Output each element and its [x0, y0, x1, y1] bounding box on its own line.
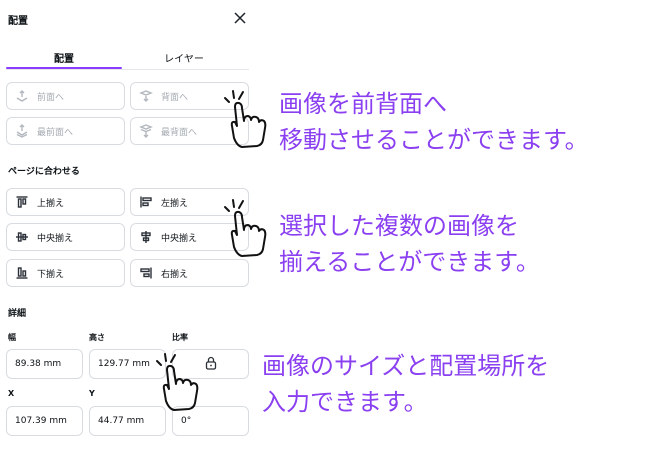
annotation-order-line1: 画像を前背面へ [279, 90, 447, 118]
annotation-align-line1: 選択した複数の画像を [279, 212, 519, 240]
tab-arrange[interactable]: 配置 [6, 50, 122, 65]
bring-forward-button[interactable]: 前面へ [6, 82, 125, 110]
align-bottom-icon [15, 266, 29, 280]
send-backward-label: 背面へ [161, 92, 189, 103]
annotation-align: 選択した複数の画像を 揃えることができます。 [279, 208, 540, 280]
details-section-heading: 詳細 [8, 309, 27, 319]
bring-to-front-label: 最前面へ [37, 127, 74, 138]
annotation-order: 画像を前背面へ 移動させることができます。 [279, 86, 589, 158]
panel-title: 配置 [8, 16, 28, 27]
align-bottom-label: 下揃え [37, 269, 65, 280]
align-middle-button[interactable]: 中央揃え [6, 223, 125, 251]
align-bottom-button[interactable]: 下揃え [6, 259, 125, 287]
ratio-label: 比率 [172, 333, 188, 342]
align-top-button[interactable]: 上揃え [6, 188, 125, 216]
height-label: 高さ [89, 333, 105, 342]
arrange-panel: 配置 配置 レイヤー 前面へ 背面へ 最前面へ 最背面へ ページに合わせる 上揃… [0, 0, 258, 455]
close-icon[interactable] [231, 9, 249, 27]
align-left-icon [139, 195, 153, 209]
annotation-details-line1: 画像のサイズと配置場所を [262, 352, 550, 380]
pointing-hand-icon [222, 197, 268, 263]
align-left-label: 左揃え [161, 198, 189, 209]
y-label: Y [89, 389, 95, 398]
align-middle-label: 中央揃え [37, 233, 74, 244]
tab-layers[interactable]: レイヤー [126, 50, 242, 65]
align-top-icon [15, 195, 29, 209]
x-label: X [8, 389, 15, 398]
align-center-icon [139, 230, 153, 244]
width-label: 幅 [8, 333, 16, 342]
pointing-hand-icon [222, 88, 268, 154]
lock-icon [205, 355, 217, 374]
align-right-icon [139, 266, 153, 280]
align-section-heading: ページに合わせる [8, 167, 80, 177]
align-center-label: 中央揃え [161, 233, 198, 244]
align-top-label: 上揃え [37, 198, 65, 209]
bring-to-front-button[interactable]: 最前面へ [6, 117, 125, 145]
annotation-align-line2: 揃えることができます。 [279, 248, 540, 276]
bring-forward-label: 前面へ [37, 92, 65, 103]
annotation-order-line2: 移動させることができます。 [279, 126, 589, 154]
bring-to-front-icon [15, 124, 29, 138]
pointing-hand-icon [154, 351, 200, 417]
annotation-details: 画像のサイズと配置場所を 入力できます。 [262, 348, 549, 420]
send-to-back-label: 最背面へ [161, 127, 198, 138]
align-middle-icon [15, 230, 29, 244]
send-to-back-icon [139, 124, 153, 138]
tab-divider [6, 69, 249, 70]
annotation-details-line2: 入力できます。 [262, 388, 428, 416]
width-field[interactable]: 89.38 mm [6, 349, 83, 379]
bring-forward-icon [15, 89, 29, 103]
send-backward-icon [139, 89, 153, 103]
align-right-button[interactable]: 右揃え [130, 259, 249, 287]
x-field[interactable]: 107.39 mm [6, 406, 83, 436]
active-tab-indicator [6, 67, 122, 69]
align-right-label: 右揃え [161, 269, 189, 280]
